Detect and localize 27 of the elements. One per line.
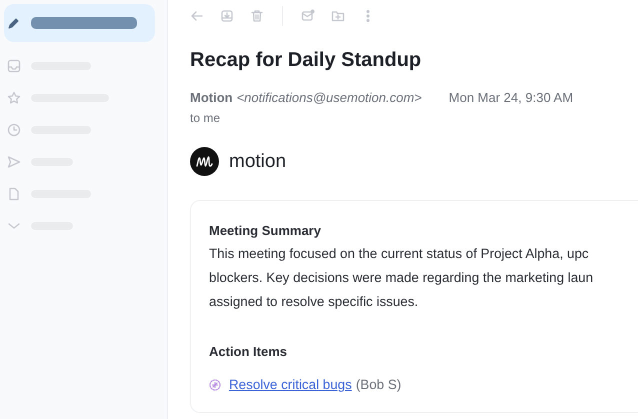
recipient-label: to me: [190, 111, 222, 125]
mail-unread-icon[interactable]: [301, 9, 315, 23]
task-owner: (Bob S): [356, 377, 402, 392]
sidebar-item[interactable]: [4, 4, 155, 42]
trash-icon[interactable]: [250, 9, 264, 23]
brand-name: motion: [229, 150, 286, 172]
section-heading: Meeting Summary: [209, 223, 322, 238]
summary-text: This meeting focused on the current status of Project Alpha, upc: [209, 245, 590, 263]
star-icon: [7, 91, 21, 105]
sender-email: <notifications@usemotion.com>: [236, 90, 422, 105]
section-heading: Action Items: [209, 344, 288, 359]
logo-icon: [190, 147, 219, 176]
back-arrow-icon[interactable]: [190, 9, 204, 23]
email-date: Mon Mar 24, 9:30 AM: [448, 90, 574, 105]
sender-name: Motion: [190, 90, 233, 105]
folder-plus-icon[interactable]: [331, 9, 345, 23]
task-link[interactable]: Resolve critical bugs: [229, 377, 352, 392]
document-icon: [7, 187, 21, 201]
send-icon: [7, 155, 21, 169]
summary-text: blockers. Key decisions were made regarding the marketing laun: [209, 269, 594, 287]
clock-icon: [7, 123, 21, 137]
archive-icon[interactable]: [220, 9, 234, 23]
sparkle-icon: [209, 378, 221, 390]
email-subject: Recap for Daily Standup: [190, 49, 422, 72]
inbox-icon: [7, 59, 21, 73]
summary-text: assigned to resolve specific issues.: [209, 293, 420, 311]
pencil-icon: [7, 16, 21, 30]
